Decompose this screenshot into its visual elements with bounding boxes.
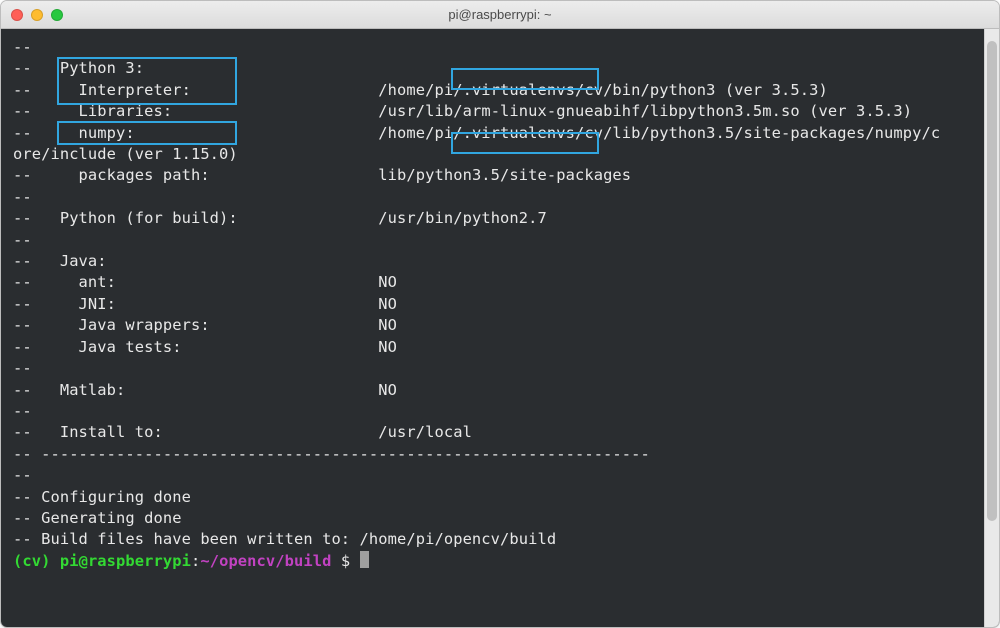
window-controls (11, 9, 63, 21)
output-value: NO (378, 295, 397, 313)
output-line: ore/include (ver 1.15.0) (13, 145, 238, 163)
scroll-thumb[interactable] (987, 41, 997, 521)
output-line: -- packages path: (13, 166, 210, 184)
output-line: -- (13, 402, 32, 420)
output-line: -- ant: (13, 273, 116, 291)
output-line: -- Java wrappers: (13, 316, 210, 334)
scrollbar[interactable] (984, 29, 999, 627)
prompt-dollar: $ (331, 552, 359, 570)
output-line: -- Python 3: (13, 59, 144, 77)
output-line: -- JNI: (13, 295, 116, 313)
output-line: -- Build files have been written to: /ho… (13, 530, 556, 548)
output-line: -- Python (for build): (13, 209, 238, 227)
titlebar[interactable]: pi@raspberrypi: ~ (1, 1, 999, 29)
terminal-window: pi@raspberrypi: ~ -- -- Python 3: -- Int… (0, 0, 1000, 628)
output-line: -- (13, 359, 32, 377)
prompt-user: pi@raspberrypi (60, 552, 191, 570)
terminal-output[interactable]: -- -- Python 3: -- Interpreter: /home/pi… (1, 29, 984, 627)
output-line: -- Java tests: (13, 338, 182, 356)
output-value: NO (378, 338, 397, 356)
output-value: NO (378, 273, 397, 291)
output-line: -- (13, 466, 32, 484)
output-value: /usr/local (378, 423, 472, 441)
output-value: /home/pi/.virtualenvs/cv/bin/python3 (ve… (378, 81, 828, 99)
output-value: /usr/lib/arm-linux-gnueabihf/libpython3.… (378, 102, 912, 120)
window-title: pi@raspberrypi: ~ (1, 7, 999, 22)
output-value: /home/pi/.virtualenvs/cv/lib/python3.5/s… (378, 124, 940, 142)
output-line: -- Libraries: (13, 102, 172, 120)
output-line: -- (13, 231, 32, 249)
prompt-colon: : (191, 552, 200, 570)
output-line: -- Java: (13, 252, 107, 270)
maximize-icon[interactable] (51, 9, 63, 21)
output-line: -- Matlab: (13, 381, 125, 399)
output-line: -- Generating done (13, 509, 182, 527)
output-line: -- Interpreter: (13, 81, 191, 99)
output-value: NO (378, 381, 397, 399)
cursor-icon (360, 551, 369, 568)
output-line: -- (13, 188, 32, 206)
output-value: lib/python3.5/site-packages (378, 166, 631, 184)
terminal-body-wrap: -- -- Python 3: -- Interpreter: /home/pi… (1, 29, 999, 627)
prompt-path: ~/opencv/build (200, 552, 331, 570)
output-value: /usr/bin/python2.7 (378, 209, 547, 227)
minimize-icon[interactable] (31, 9, 43, 21)
output-line: -- (13, 38, 32, 56)
output-line: -- numpy: (13, 124, 135, 142)
output-value: NO (378, 316, 397, 334)
output-line: -- Configuring done (13, 488, 191, 506)
close-icon[interactable] (11, 9, 23, 21)
output-line: -- -------------------------------------… (13, 445, 650, 463)
prompt-venv: (cv) (13, 552, 60, 570)
output-line: -- Install to: (13, 423, 163, 441)
